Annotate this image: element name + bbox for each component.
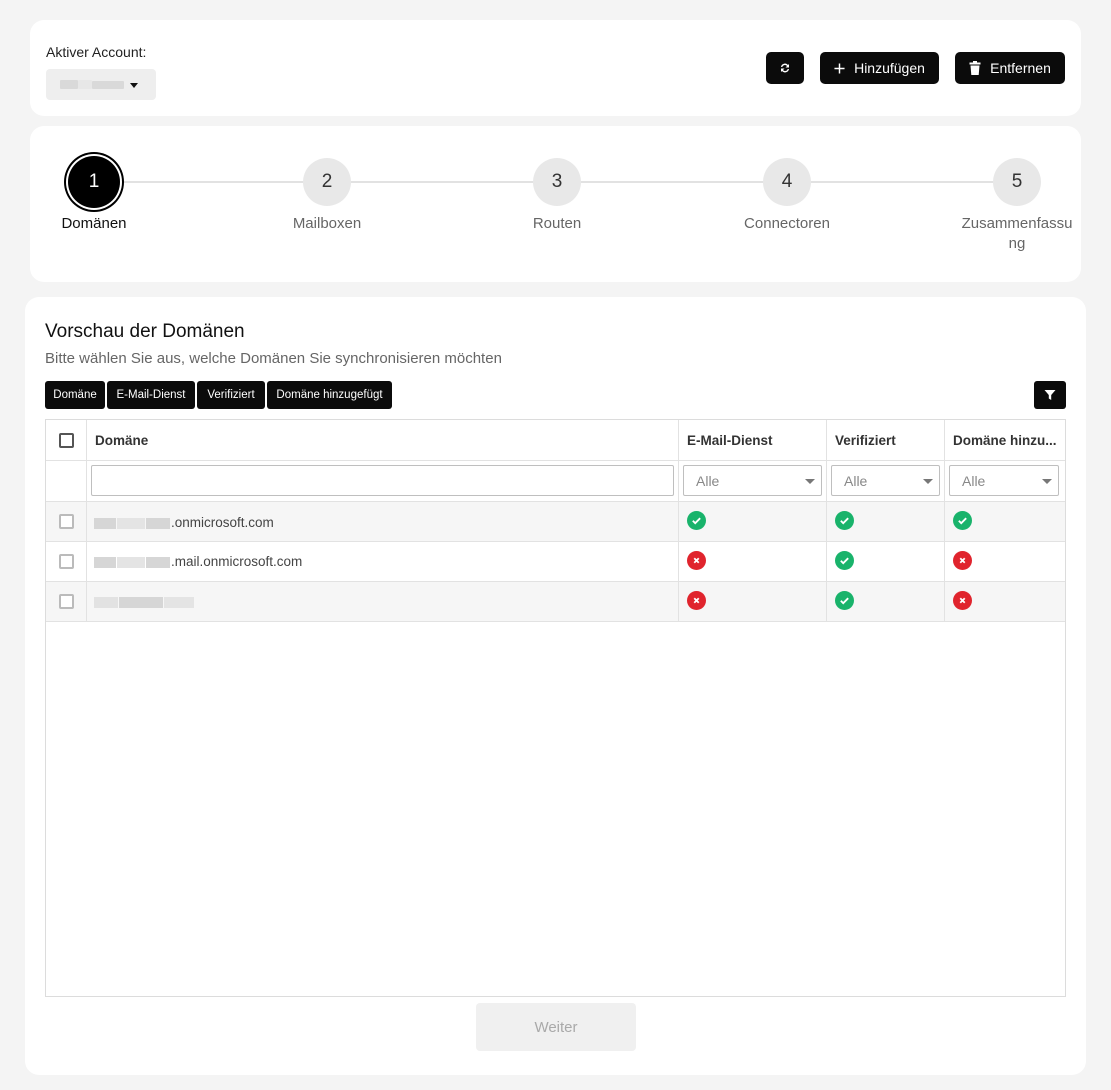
refresh-button[interactable] bbox=[766, 52, 804, 84]
column-header-email-service[interactable]: E-Mail-Dienst bbox=[687, 420, 773, 460]
step-3-circle[interactable]: 3 bbox=[533, 158, 581, 206]
email-service-filter-value: Alle bbox=[696, 472, 720, 489]
step-4-circle[interactable]: 4 bbox=[763, 158, 811, 206]
check-circle-icon bbox=[835, 551, 854, 570]
redacted-domain-prefix bbox=[146, 556, 170, 568]
dropdown-arrow-icon bbox=[923, 479, 933, 484]
row-divider bbox=[46, 621, 1065, 622]
add-button-label: Hinzufügen bbox=[854, 60, 925, 76]
column-chip-email-service[interactable]: E-Mail-Dienst bbox=[107, 381, 195, 409]
check-circle-icon bbox=[687, 511, 706, 530]
verified-filter-value: Alle bbox=[844, 472, 868, 489]
page-title: Vorschau der Domänen bbox=[45, 321, 245, 342]
domain-cell bbox=[94, 594, 195, 609]
column-chip-domain-added[interactable]: Domäne hinzugefügt bbox=[267, 381, 392, 409]
filter-icon bbox=[1044, 390, 1056, 400]
column-header-verified[interactable]: Verifiziert bbox=[835, 420, 896, 460]
column-separator bbox=[944, 420, 945, 621]
step-5-label-line: Zusammenfassu bbox=[961, 215, 1073, 232]
redacted-domain bbox=[119, 596, 163, 608]
step-5-label: Zusammenfassu ng bbox=[957, 214, 1077, 254]
step-5-label-line: ng bbox=[1008, 235, 1026, 252]
check-circle-icon bbox=[835, 511, 854, 530]
email-service-filter-select[interactable]: Alle bbox=[683, 465, 822, 496]
step-2-label: Mailboxen bbox=[292, 215, 362, 232]
row-divider bbox=[46, 581, 1065, 582]
step-1-circle[interactable]: 1 bbox=[68, 156, 120, 208]
row-checkbox[interactable] bbox=[59, 554, 74, 569]
step-3-label: Routen bbox=[532, 215, 582, 232]
check-circle-icon bbox=[835, 591, 854, 610]
step-1-label: Domänen bbox=[61, 215, 127, 232]
header-divider bbox=[46, 460, 1065, 461]
trash-icon bbox=[969, 61, 981, 75]
domain-cell: .onmicrosoft.com bbox=[94, 515, 274, 530]
step-2-circle[interactable]: 2 bbox=[303, 158, 351, 206]
column-separator bbox=[86, 420, 87, 621]
next-button[interactable]: Weiter bbox=[476, 1003, 636, 1051]
filter-row-divider bbox=[46, 501, 1065, 502]
account-card: Aktiver Account: Hinzufügen Entfernen bbox=[30, 20, 1081, 116]
redacted-domain-prefix bbox=[94, 556, 116, 568]
column-chip-domain[interactable]: Domäne bbox=[45, 381, 105, 409]
row-divider bbox=[46, 541, 1065, 542]
caret-down-icon bbox=[130, 83, 138, 88]
filter-button[interactable] bbox=[1034, 381, 1066, 409]
step-5-circle[interactable]: 5 bbox=[993, 158, 1041, 206]
redacted-domain-prefix bbox=[117, 517, 145, 529]
column-separator bbox=[678, 420, 679, 621]
redacted-account-name bbox=[78, 80, 92, 89]
row-checkbox[interactable] bbox=[59, 594, 74, 609]
redacted-domain bbox=[94, 596, 118, 608]
page-subtitle: Bitte wählen Sie aus, welche Domänen Sie… bbox=[45, 350, 502, 367]
active-account-label: Aktiver Account: bbox=[46, 44, 147, 60]
column-header-domain[interactable]: Domäne bbox=[95, 420, 148, 460]
domain-cell: .mail.onmicrosoft.com bbox=[94, 554, 302, 569]
verified-filter-select[interactable]: Alle bbox=[831, 465, 940, 496]
redacted-domain-prefix bbox=[117, 556, 145, 568]
dropdown-arrow-icon bbox=[805, 479, 815, 484]
domain-preview-panel: Vorschau der Domänen Bitte wählen Sie au… bbox=[25, 297, 1086, 1075]
error-circle-icon bbox=[953, 591, 972, 610]
error-circle-icon bbox=[953, 551, 972, 570]
redacted-domain bbox=[164, 596, 194, 608]
redacted-account-name bbox=[60, 80, 78, 89]
row-checkbox[interactable] bbox=[59, 514, 74, 529]
dropdown-arrow-icon bbox=[1042, 479, 1052, 484]
column-separator bbox=[826, 420, 827, 621]
domain-suffix: .mail.onmicrosoft.com bbox=[171, 554, 303, 569]
error-circle-icon bbox=[687, 591, 706, 610]
select-all-checkbox[interactable] bbox=[59, 433, 74, 448]
table-row[interactable] bbox=[46, 581, 1065, 621]
add-button[interactable]: Hinzufügen bbox=[820, 52, 939, 84]
domain-added-filter-select[interactable]: Alle bbox=[949, 465, 1059, 496]
domain-added-filter-value: Alle bbox=[962, 472, 986, 489]
remove-button-label: Entfernen bbox=[990, 60, 1051, 76]
redacted-domain-prefix bbox=[94, 517, 116, 529]
refresh-icon bbox=[781, 63, 789, 73]
remove-button[interactable]: Entfernen bbox=[955, 52, 1065, 84]
domain-table: Domäne E-Mail-Dienst Verifiziert Domäne … bbox=[45, 419, 1066, 997]
redacted-domain-prefix bbox=[146, 517, 170, 529]
redacted-account-name bbox=[92, 81, 124, 89]
column-chip-verified[interactable]: Verifiziert bbox=[197, 381, 265, 409]
step-4-label: Connectoren bbox=[744, 215, 830, 232]
column-header-domain-added[interactable]: Domäne hinzu... bbox=[953, 420, 1057, 460]
domain-filter-input[interactable] bbox=[91, 465, 674, 496]
domain-suffix: .onmicrosoft.com bbox=[171, 515, 274, 530]
plus-icon bbox=[834, 62, 845, 74]
stepper: 1 Domänen 2 Mailboxen 3 Routen 4 Connect… bbox=[30, 126, 1081, 282]
check-circle-icon bbox=[953, 511, 972, 530]
account-dropdown[interactable] bbox=[46, 69, 156, 100]
error-circle-icon bbox=[687, 551, 706, 570]
